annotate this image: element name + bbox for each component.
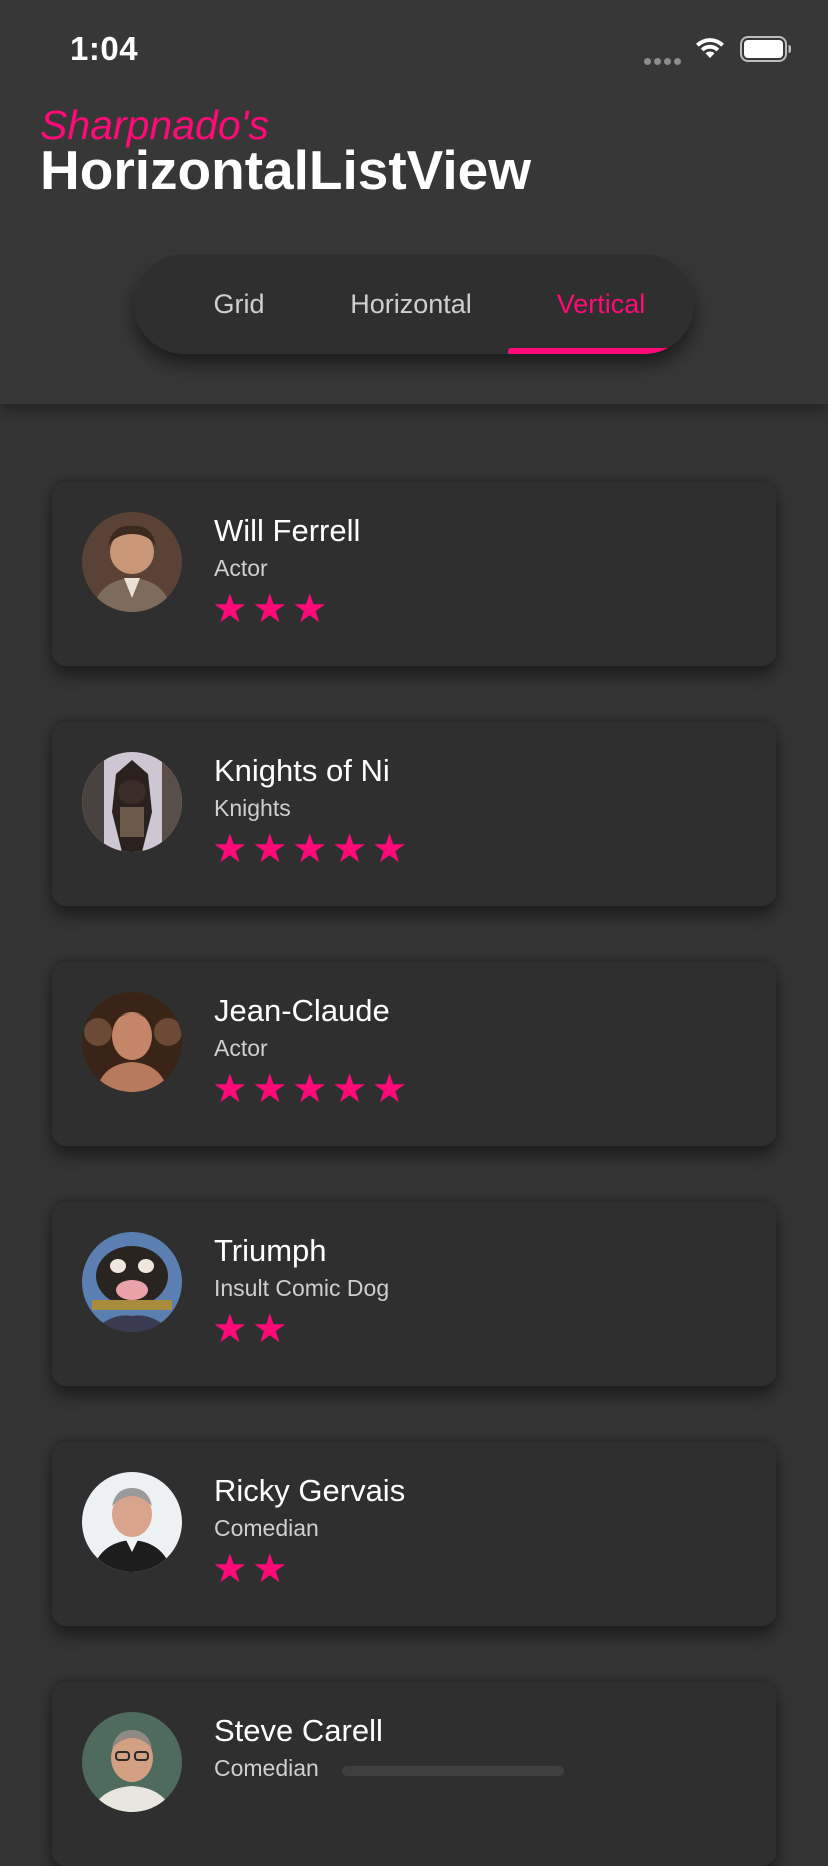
star-icon: ★ — [291, 826, 332, 872]
list-item[interactable]: Ricky Gervais Comedian ★★ — [52, 1442, 776, 1626]
star-icon: ★ — [212, 1066, 252, 1112]
star-icon: ★ — [371, 1066, 412, 1112]
star-icon: ★ — [291, 586, 332, 632]
person-role: Comedian — [214, 1515, 319, 1541]
person-role: Actor — [214, 555, 268, 581]
wifi-icon — [696, 38, 724, 58]
person-name: Will Ferrell — [214, 513, 361, 548]
avatar — [82, 752, 182, 852]
star-icon: ★ — [251, 586, 292, 632]
star-rating: ★★★★★ — [212, 1068, 411, 1110]
tab-grid[interactable]: Grid — [164, 254, 314, 354]
app-header: 1:04 Sharpnado's HorizontalListView Grid… — [0, 0, 828, 404]
star-rating: ★★★ — [212, 588, 332, 630]
star-icon: ★ — [331, 826, 372, 872]
home-indicator — [342, 1766, 564, 1776]
status-time: 1:04 — [70, 30, 139, 67]
avatar — [82, 992, 182, 1092]
star-icon: ★ — [212, 586, 252, 632]
tab-horizontal[interactable]: Horizontal — [318, 254, 504, 354]
star-rating: ★★ — [212, 1548, 292, 1590]
star-rating: ★★ — [212, 1308, 292, 1350]
star-icon: ★ — [212, 1546, 252, 1592]
battery-icon — [740, 36, 791, 62]
tab-vertical[interactable]: Vertical — [508, 254, 694, 354]
person-name: Steve Carell — [214, 1713, 383, 1748]
avatar — [82, 1712, 182, 1812]
star-icon: ★ — [291, 1066, 332, 1112]
cellular-signal-icon — [644, 52, 684, 70]
list-item[interactable]: Jean-Claude Actor ★★★★★ — [52, 962, 776, 1146]
star-icon: ★ — [212, 826, 252, 872]
star-rating: ★★★★★ — [212, 828, 411, 870]
star-icon: ★ — [251, 826, 292, 872]
person-role: Comedian — [214, 1755, 319, 1781]
avatar — [82, 1472, 182, 1572]
person-role: Actor — [214, 1035, 268, 1061]
list-item[interactable]: Triumph Insult Comic Dog ★★ — [52, 1202, 776, 1386]
status-icons — [644, 36, 792, 65]
person-name: Triumph — [214, 1233, 327, 1268]
list-item[interactable]: Will Ferrell Actor ★★★ — [52, 482, 776, 666]
star-icon: ★ — [212, 1306, 252, 1352]
page-title: HorizontalListView — [40, 139, 531, 201]
star-icon: ★ — [251, 1066, 292, 1112]
list-item[interactable]: Knights of Ni Knights ★★★★★ — [52, 722, 776, 906]
star-icon: ★ — [331, 1066, 372, 1112]
segmented-tab-bar: Grid Horizontal Vertical — [134, 254, 694, 354]
person-role: Knights — [214, 795, 291, 821]
star-icon: ★ — [251, 1546, 292, 1592]
person-name: Jean-Claude — [214, 993, 390, 1028]
active-tab-indicator — [508, 348, 694, 354]
star-icon: ★ — [251, 1306, 292, 1352]
person-name: Ricky Gervais — [214, 1473, 406, 1508]
star-icon: ★ — [371, 826, 412, 872]
avatar — [82, 1232, 182, 1332]
avatar — [82, 512, 182, 612]
person-name: Knights of Ni — [214, 753, 390, 788]
person-role: Insult Comic Dog — [214, 1275, 390, 1301]
